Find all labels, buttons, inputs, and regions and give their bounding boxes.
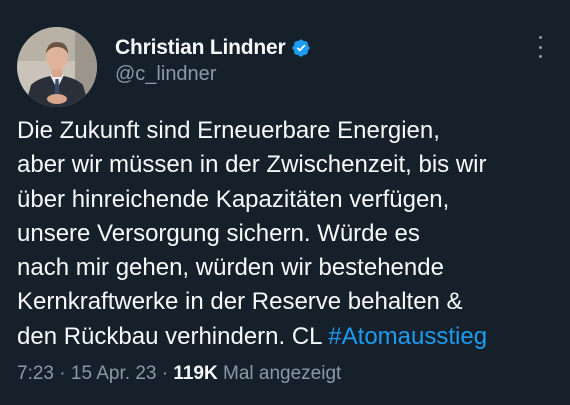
display-name[interactable]: Christian Lindner <box>115 36 286 60</box>
views-label: Mal angezeigt <box>217 363 342 384</box>
tweet-text-line: unsere Versorgung sichern. Würde es <box>17 219 420 247</box>
avatar[interactable] <box>17 27 97 107</box>
tweet-text-line: Kernkraftwerke in der Reserve behalten & <box>17 288 463 316</box>
tweet-text-last-line: den Rückbau verhindern. CL #Atomausstieg <box>17 320 562 354</box>
tweet-date[interactable]: 15 Apr. 23 <box>71 363 157 384</box>
tweet-text-line: über hinreichende Kapazitäten verfügen, <box>17 185 450 213</box>
tweet[interactable]: Christian Lindner @c_lindner Die Zukunft… <box>0 0 570 405</box>
tweet-time[interactable]: 7:23 <box>17 363 54 384</box>
tweet-meta: 7:23 · 15 Apr. 23 · 119K Mal angezeigt <box>17 363 341 385</box>
meta-separator: · <box>156 363 174 384</box>
tweet-text-line: aber wir müssen in der Zwischenzeit, bis… <box>17 151 487 179</box>
author-handle[interactable]: @c_lindner <box>115 63 216 86</box>
tweet-text-line: nach mir gehen, würden wir bestehende <box>17 254 444 282</box>
views-count[interactable]: 119K <box>173 363 217 384</box>
verified-badge-icon[interactable] <box>291 38 311 58</box>
more-options-icon[interactable] <box>530 36 550 58</box>
author-name-row[interactable]: Christian Lindner <box>115 36 311 60</box>
hashtag-link[interactable]: #Atomausstieg <box>328 323 487 350</box>
meta-separator: · <box>53 363 71 384</box>
tweet-text-line: Die Zukunft sind Erneuerbare Energien, <box>17 117 440 144</box>
tweet-text-segment: den Rückbau verhindern. CL <box>17 322 329 350</box>
tweet-text: Die Zukunft sind Erneuerbare Energien, a… <box>17 114 562 354</box>
